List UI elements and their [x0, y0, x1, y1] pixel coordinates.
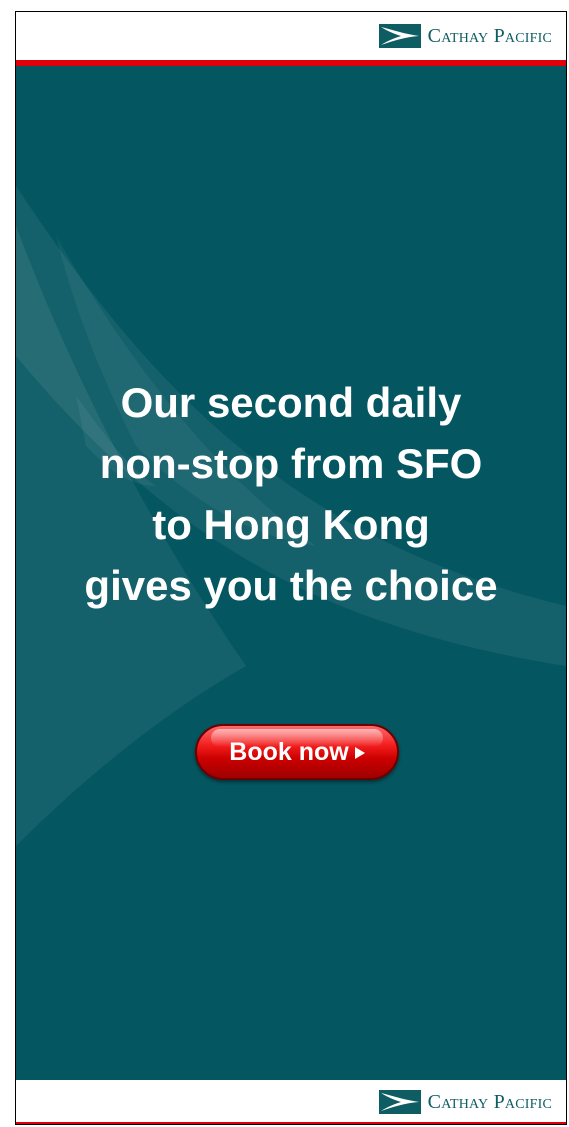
headline-line-3: to Hong Kong [152, 501, 430, 548]
ad-banner[interactable]: Cathay Pacific Our second daily non-stop… [15, 11, 567, 1125]
cathay-brushwing-icon [378, 1090, 421, 1114]
brand-name: Cathay Pacific [427, 24, 552, 47]
cathay-brushwing-icon [378, 24, 421, 48]
brand-name: Cathay Pacific [427, 1090, 552, 1113]
banner-footer: Cathay Pacific [16, 1080, 566, 1124]
book-now-label: Book now [229, 737, 349, 766]
headline: Our second daily non-stop from SFO to Ho… [16, 372, 566, 616]
ad-panel: Our second daily non-stop from SFO to Ho… [16, 66, 566, 1080]
headline-line-4: gives you the choice [84, 562, 498, 609]
headline-line-2: non-stop from SFO [99, 440, 483, 487]
book-now-button[interactable]: Book now [195, 724, 399, 780]
play-arrow-icon [354, 747, 365, 759]
brand-logo-top[interactable]: Cathay Pacific [378, 24, 552, 48]
brand-logo-bottom[interactable]: Cathay Pacific [378, 1090, 552, 1114]
footer-red-stripe [16, 1122, 566, 1124]
headline-line-1: Our second daily [120, 379, 462, 426]
banner-header: Cathay Pacific [16, 12, 566, 60]
